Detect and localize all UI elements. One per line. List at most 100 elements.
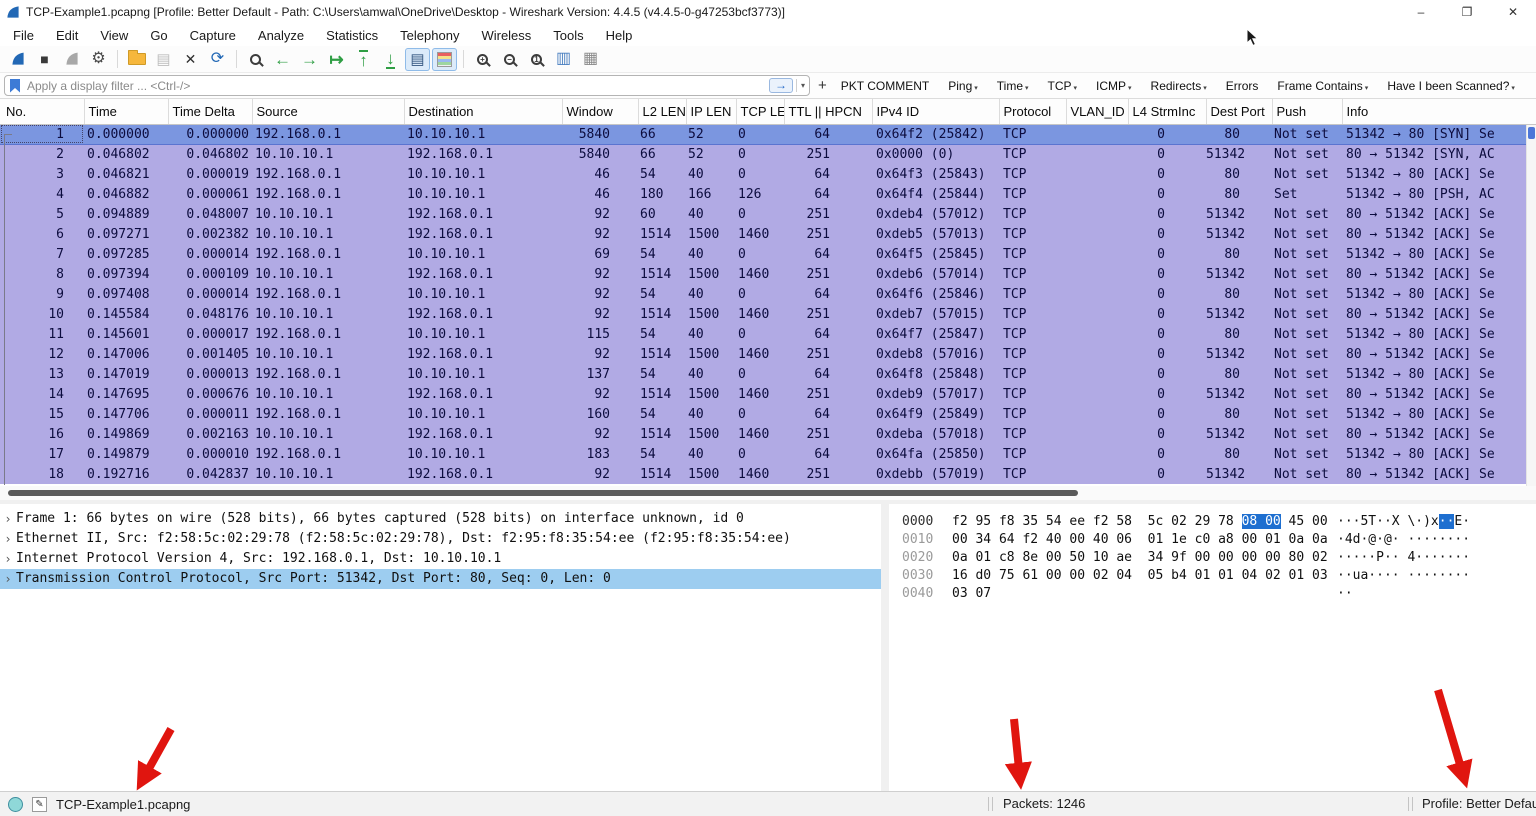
- capture-comment-icon[interactable]: ✎: [32, 797, 47, 812]
- column-header-time-delta[interactable]: Time Delta: [168, 99, 252, 124]
- menu-view[interactable]: View: [89, 28, 139, 43]
- column-header-l2-len[interactable]: L2 LEN: [638, 99, 686, 124]
- column-header-no-[interactable]: No.: [0, 99, 84, 124]
- packet-row-4[interactable]: 40.0468820.000061192.168.0.110.10.10.146…: [0, 184, 1536, 204]
- packet-row-16[interactable]: 160.1498690.00216310.10.10.1192.168.0.19…: [0, 424, 1536, 444]
- menu-analyze[interactable]: Analyze: [247, 28, 315, 43]
- reload-icon[interactable]: ⟳: [205, 48, 230, 71]
- column-header-l4-strminc[interactable]: L4 StrmInc: [1128, 99, 1206, 124]
- detail-line-2[interactable]: ›Internet Protocol Version 4, Src: 192.1…: [0, 549, 881, 569]
- zoom-original-icon[interactable]: 1: [524, 48, 549, 71]
- packet-row-8[interactable]: 80.0973940.00010910.10.10.1192.168.0.192…: [0, 264, 1536, 284]
- expander-icon[interactable]: ›: [0, 569, 16, 589]
- column-header-destination[interactable]: Destination: [404, 99, 562, 124]
- zoom-out-icon[interactable]: −: [497, 48, 522, 71]
- first-packet-icon[interactable]: ↑: [351, 48, 376, 71]
- autoscroll-icon[interactable]: ▤: [405, 48, 430, 71]
- menu-tools[interactable]: Tools: [542, 28, 594, 43]
- status-profile[interactable]: Profile: Better Default: [1422, 796, 1536, 811]
- restore-button[interactable]: ❐: [1444, 0, 1490, 24]
- expander-icon[interactable]: ›: [0, 549, 16, 569]
- open-file-icon[interactable]: [124, 48, 149, 71]
- expert-info-icon[interactable]: [8, 797, 23, 812]
- hex-row-0040[interactable]: 004003 07··: [902, 585, 1536, 603]
- restart-capture-icon[interactable]: [59, 48, 84, 71]
- filter-button-redirects[interactable]: Redirects▾: [1151, 79, 1207, 93]
- find-packet-icon[interactable]: [243, 48, 268, 71]
- packet-row-18[interactable]: 180.1927160.04283710.10.10.1192.168.0.19…: [0, 464, 1536, 484]
- filter-button-pkt-comment[interactable]: PKT COMMENT: [841, 79, 929, 93]
- hex-row-0000[interactable]: 0000f2 95 f8 35 54 ee f2 58 5c 02 29 78 …: [902, 513, 1536, 531]
- column-header-ipv4-id[interactable]: IPv4 ID: [872, 99, 999, 124]
- zoom-in-icon[interactable]: +: [470, 48, 495, 71]
- column-header-tcp-len[interactable]: TCP LEN: [736, 99, 784, 124]
- filter-button-time[interactable]: Time▾: [997, 79, 1029, 93]
- menu-edit[interactable]: Edit: [45, 28, 89, 43]
- expander-icon[interactable]: ›: [0, 509, 16, 529]
- column-header-dest-port[interactable]: Dest Port: [1206, 99, 1272, 124]
- minimize-button[interactable]: –: [1398, 0, 1444, 24]
- hex-row-0020[interactable]: 00200a 01 c8 8e 00 50 10 ae 34 9f 00 00 …: [902, 549, 1536, 567]
- horizontal-scrollbar-thumb[interactable]: [8, 490, 1078, 496]
- bookmark-icon[interactable]: [10, 79, 20, 93]
- menu-go[interactable]: Go: [139, 28, 178, 43]
- pane-splitter-vertical[interactable]: [881, 504, 889, 791]
- resize-columns-icon[interactable]: ▥: [551, 48, 576, 71]
- menu-capture[interactable]: Capture: [179, 28, 247, 43]
- menu-statistics[interactable]: Statistics: [315, 28, 389, 43]
- column-header-push[interactable]: Push: [1272, 99, 1342, 124]
- apply-filter-button[interactable]: →: [769, 78, 793, 93]
- packet-list-horizontal-scrollbar[interactable]: [0, 486, 1536, 500]
- colorize-icon[interactable]: [432, 48, 457, 71]
- packet-row-1[interactable]: 10.0000000.000000192.168.0.110.10.10.158…: [0, 124, 1536, 144]
- vertical-scrollbar-thumb[interactable]: [1528, 127, 1535, 139]
- close-button[interactable]: ✕: [1490, 0, 1536, 24]
- packet-row-14[interactable]: 140.1476950.00067610.10.10.1192.168.0.19…: [0, 384, 1536, 404]
- packet-row-17[interactable]: 170.1498790.000010192.168.0.110.10.10.11…: [0, 444, 1536, 464]
- filter-button-icmp[interactable]: ICMP▾: [1096, 79, 1132, 93]
- stop-capture-icon[interactable]: ■: [32, 48, 57, 71]
- last-packet-icon[interactable]: ↓: [378, 48, 403, 71]
- menu-help[interactable]: Help: [595, 28, 644, 43]
- save-file-icon[interactable]: ▤: [151, 48, 176, 71]
- packet-row-3[interactable]: 30.0468210.000019192.168.0.110.10.10.146…: [0, 164, 1536, 184]
- column-header-window[interactable]: Window: [562, 99, 638, 124]
- close-file-icon[interactable]: ✕: [178, 48, 203, 71]
- packet-row-6[interactable]: 60.0972710.00238210.10.10.1192.168.0.192…: [0, 224, 1536, 244]
- next-packet-icon[interactable]: →: [297, 48, 322, 71]
- column-header-time[interactable]: Time: [84, 99, 168, 124]
- column-header-info[interactable]: Info: [1342, 99, 1536, 124]
- column-header-ip-len[interactable]: IP LEN: [686, 99, 736, 124]
- hex-row-0010[interactable]: 001000 34 64 f2 40 00 40 06 01 1e c0 a8 …: [902, 531, 1536, 549]
- menu-telephony[interactable]: Telephony: [389, 28, 470, 43]
- column-header-source[interactable]: Source: [252, 99, 404, 124]
- filter-button-frame-contains[interactable]: Frame Contains▾: [1277, 79, 1368, 93]
- column-header-vlan-id[interactable]: VLAN_ID: [1066, 99, 1128, 124]
- packet-row-15[interactable]: 150.1477060.000011192.168.0.110.10.10.11…: [0, 404, 1536, 424]
- previous-packet-icon[interactable]: ←: [270, 48, 295, 71]
- filter-history-caret-icon[interactable]: ▾: [796, 79, 809, 92]
- column-header-protocol[interactable]: Protocol: [999, 99, 1066, 124]
- go-to-packet-icon[interactable]: ↦: [324, 48, 349, 71]
- packet-row-9[interactable]: 90.0974080.000014192.168.0.110.10.10.192…: [0, 284, 1536, 304]
- hex-row-0030[interactable]: 003016 d0 75 61 00 00 02 04 05 b4 01 01 …: [902, 567, 1536, 585]
- expander-icon[interactable]: ›: [0, 529, 16, 549]
- packet-list-vertical-scrollbar[interactable]: [1526, 125, 1536, 486]
- packet-row-10[interactable]: 100.1455840.04817610.10.10.1192.168.0.19…: [0, 304, 1536, 324]
- filter-button-errors[interactable]: Errors: [1226, 79, 1259, 93]
- packet-row-2[interactable]: 20.0468020.04680210.10.10.1192.168.0.158…: [0, 144, 1536, 164]
- menu-wireless[interactable]: Wireless: [470, 28, 542, 43]
- detail-line-3[interactable]: ›Transmission Control Protocol, Src Port…: [0, 569, 881, 589]
- packet-row-5[interactable]: 50.0948890.04800710.10.10.1192.168.0.192…: [0, 204, 1536, 224]
- filter-button-ping[interactable]: Ping▾: [948, 79, 978, 93]
- packet-row-11[interactable]: 110.1456010.000017192.168.0.110.10.10.11…: [0, 324, 1536, 344]
- layout-icon[interactable]: ▦: [578, 48, 603, 71]
- packet-row-12[interactable]: 120.1470060.00140510.10.10.1192.168.0.19…: [0, 344, 1536, 364]
- filter-button-tcp[interactable]: TCP▾: [1048, 79, 1078, 93]
- display-filter-field[interactable]: → ▾: [4, 75, 810, 96]
- packet-row-7[interactable]: 70.0972850.000014192.168.0.110.10.10.169…: [0, 244, 1536, 264]
- detail-line-1[interactable]: ›Ethernet II, Src: f2:58:5c:02:29:78 (f2…: [0, 529, 881, 549]
- add-filter-button[interactable]: +: [818, 77, 827, 94]
- capture-options-icon[interactable]: ⚙: [86, 48, 111, 71]
- column-header-ttl-hpcn[interactable]: TTL || HPCN: [784, 99, 872, 124]
